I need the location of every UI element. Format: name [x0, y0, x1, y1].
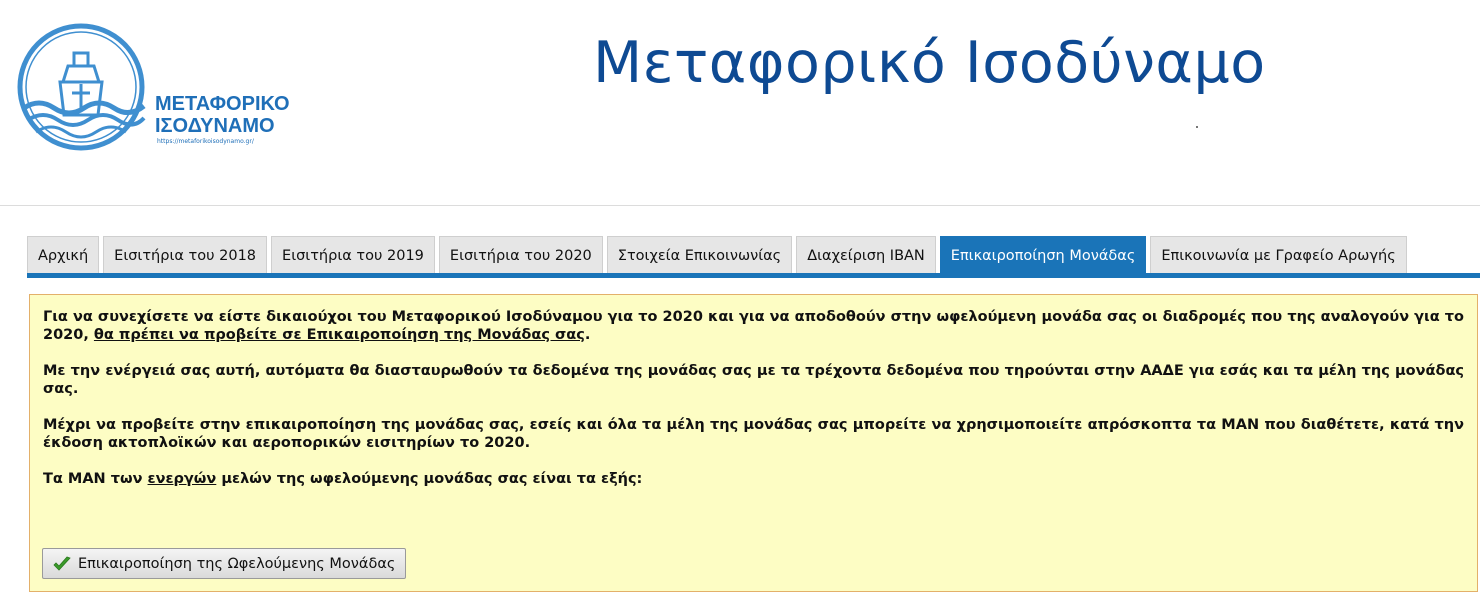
- tab-contact-details[interactable]: Στοιχεία Επικοινωνίας: [606, 236, 793, 274]
- logo-url: https://metaforikoisodynamo.gr/: [157, 138, 255, 145]
- logo-line1: ΜΕΤΑΦΟΡΙΚΟ: [155, 93, 290, 115]
- check-icon: [53, 556, 71, 571]
- notice-paragraph-2: Με την ενέργειά σας αυτή, αυτόματα θα δι…: [43, 363, 1464, 397]
- notice-paragraph-4: Τα ΜΑΝ των ενεργών μελών της ωφελούμενης…: [43, 471, 643, 487]
- notice-paragraph-3: Μέχρι να προβείτε στην επικαιροποίηση τη…: [43, 417, 1464, 451]
- decorative-dot: [1196, 126, 1198, 128]
- tab-unit-update[interactable]: Επικαιροποίηση Μονάδας: [939, 236, 1147, 274]
- active-members-emphasis: ενεργών: [147, 471, 217, 487]
- tab-helpdesk-contact[interactable]: Επικοινωνία με Γραφείο Αρωγής: [1150, 236, 1407, 274]
- tab-iban-management[interactable]: Διαχείριση IBAN: [796, 236, 936, 274]
- main-nav-tabs: Αρχική Εισιτήρια του 2018 Εισιτήρια του …: [27, 236, 1411, 274]
- notice-panel: Για να συνεχίσετε να είστε δικαιούχοι το…: [29, 294, 1478, 592]
- logo-line2: ΙΣΟΔΥΝΑΜΟ: [155, 115, 275, 137]
- update-unit-button[interactable]: Επικαιροποίηση της Ωφελούμενης Μονάδας: [42, 548, 407, 579]
- site-header: ΜΕΤΑΦΟΡΙΚΟ ΙΣΟΔΥΝΑΜΟ https://metaforikoi…: [0, 0, 1480, 206]
- ship-waves-logo-icon: [17, 23, 146, 151]
- tab-tickets-2018[interactable]: Εισιτήρια του 2018: [103, 236, 268, 274]
- page-title: Μεταφορικό Ισοδύναμο: [593, 30, 1266, 96]
- update-unit-emphasis: θα πρέπει να προβείτε σε Επικαιροποίηση …: [93, 327, 585, 343]
- notice-paragraph-1: Για να συνεχίσετε να είστε δικαιούχοι το…: [43, 309, 1464, 343]
- tab-underline-bar: [27, 273, 1480, 278]
- tab-tickets-2019[interactable]: Εισιτήρια του 2019: [271, 236, 435, 274]
- site-logo[interactable]: ΜΕΤΑΦΟΡΙΚΟ ΙΣΟΔΥΝΑΜΟ https://metaforikoi…: [14, 20, 314, 155]
- tab-home[interactable]: Αρχική: [27, 236, 100, 274]
- tab-tickets-2020[interactable]: Εισιτήρια του 2020: [438, 236, 603, 274]
- update-unit-button-label: Επικαιροποίηση της Ωφελούμενης Μονάδας: [78, 555, 396, 572]
- header-divider: [0, 205, 1480, 206]
